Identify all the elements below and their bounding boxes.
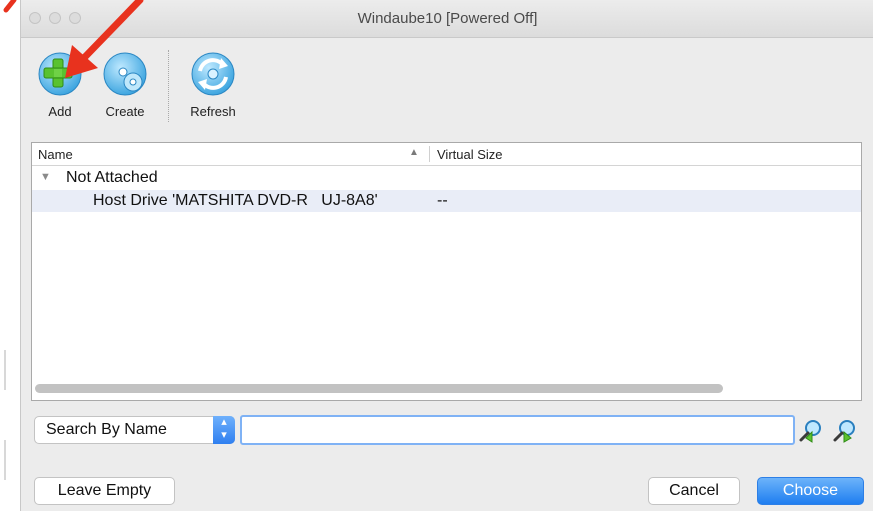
column-header-virtual-size[interactable]: Virtual Size — [437, 147, 503, 162]
create-disk-icon — [103, 52, 147, 96]
tree-item-host-drive[interactable]: Host Drive 'MATSHITA DVD-R UJ-8A8' -- — [32, 190, 861, 212]
item-virtual-size: -- — [437, 192, 448, 209]
medium-selector-dialog: Windaube10 [Powered Off] Add Create Refr… — [20, 0, 873, 511]
select-stepper-icon: ▴ ▾ — [213, 416, 235, 444]
add-disk-icon — [38, 52, 82, 96]
search-input[interactable] — [240, 415, 795, 445]
add-button-label: Add — [48, 104, 72, 119]
choose-button[interactable]: Choose — [757, 477, 864, 505]
disclosure-triangle-icon[interactable]: ▼ — [40, 171, 51, 183]
search-mode-value: Search By Name — [46, 421, 167, 438]
zoom-window-button[interactable] — [69, 12, 81, 24]
background-window-edge — [4, 440, 14, 480]
create-button-label: Create — [105, 104, 145, 119]
add-button[interactable]: Add — [34, 50, 86, 119]
cancel-button[interactable]: Cancel — [648, 477, 740, 505]
leave-empty-button[interactable]: Leave Empty — [34, 477, 175, 505]
minimize-window-button[interactable] — [49, 12, 61, 24]
column-header-name[interactable]: Name — [38, 147, 73, 162]
media-tree[interactable]: Name ▲ Virtual Size ▼ Not Attached Host … — [31, 142, 862, 401]
refresh-button-label: Refresh — [190, 104, 236, 119]
background-edge — [0, 0, 20, 511]
create-button[interactable]: Create — [99, 50, 151, 119]
refresh-button[interactable]: Refresh — [187, 50, 239, 119]
tree-group-not-attached[interactable]: ▼ Not Attached — [32, 167, 861, 189]
group-label: Not Attached — [66, 169, 158, 186]
search-next-icon[interactable] — [832, 418, 858, 444]
toolbar-separator — [168, 50, 169, 122]
item-name: Host Drive 'MATSHITA DVD-R UJ-8A8' — [93, 192, 378, 209]
window-title: Windaube10 [Powered Off] — [357, 10, 538, 27]
search-mode-select[interactable]: Search By Name ▴ ▾ — [34, 416, 235, 444]
list-header: Name ▲ Virtual Size — [32, 143, 861, 166]
close-window-button[interactable] — [29, 12, 41, 24]
search-previous-icon[interactable] — [798, 418, 824, 444]
horizontal-scrollbar[interactable] — [35, 384, 723, 393]
column-separator — [429, 146, 430, 162]
title-bar: Windaube10 [Powered Off] — [21, 0, 873, 38]
refresh-icon — [191, 52, 235, 96]
sort-ascending-icon: ▲ — [409, 147, 419, 158]
background-window-edge — [4, 350, 14, 390]
